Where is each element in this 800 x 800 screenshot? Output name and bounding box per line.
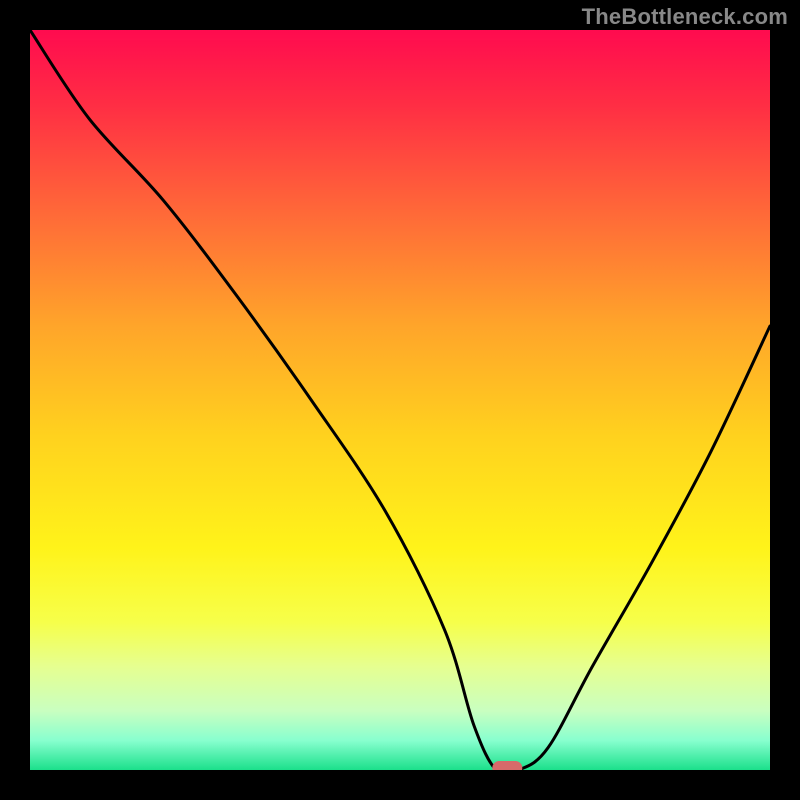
gradient-background	[30, 30, 770, 770]
watermark-text: TheBottleneck.com	[582, 4, 788, 30]
chart-svg	[30, 30, 770, 770]
plot-area	[30, 30, 770, 770]
optimal-marker	[492, 761, 522, 770]
chart-container: TheBottleneck.com	[0, 0, 800, 800]
